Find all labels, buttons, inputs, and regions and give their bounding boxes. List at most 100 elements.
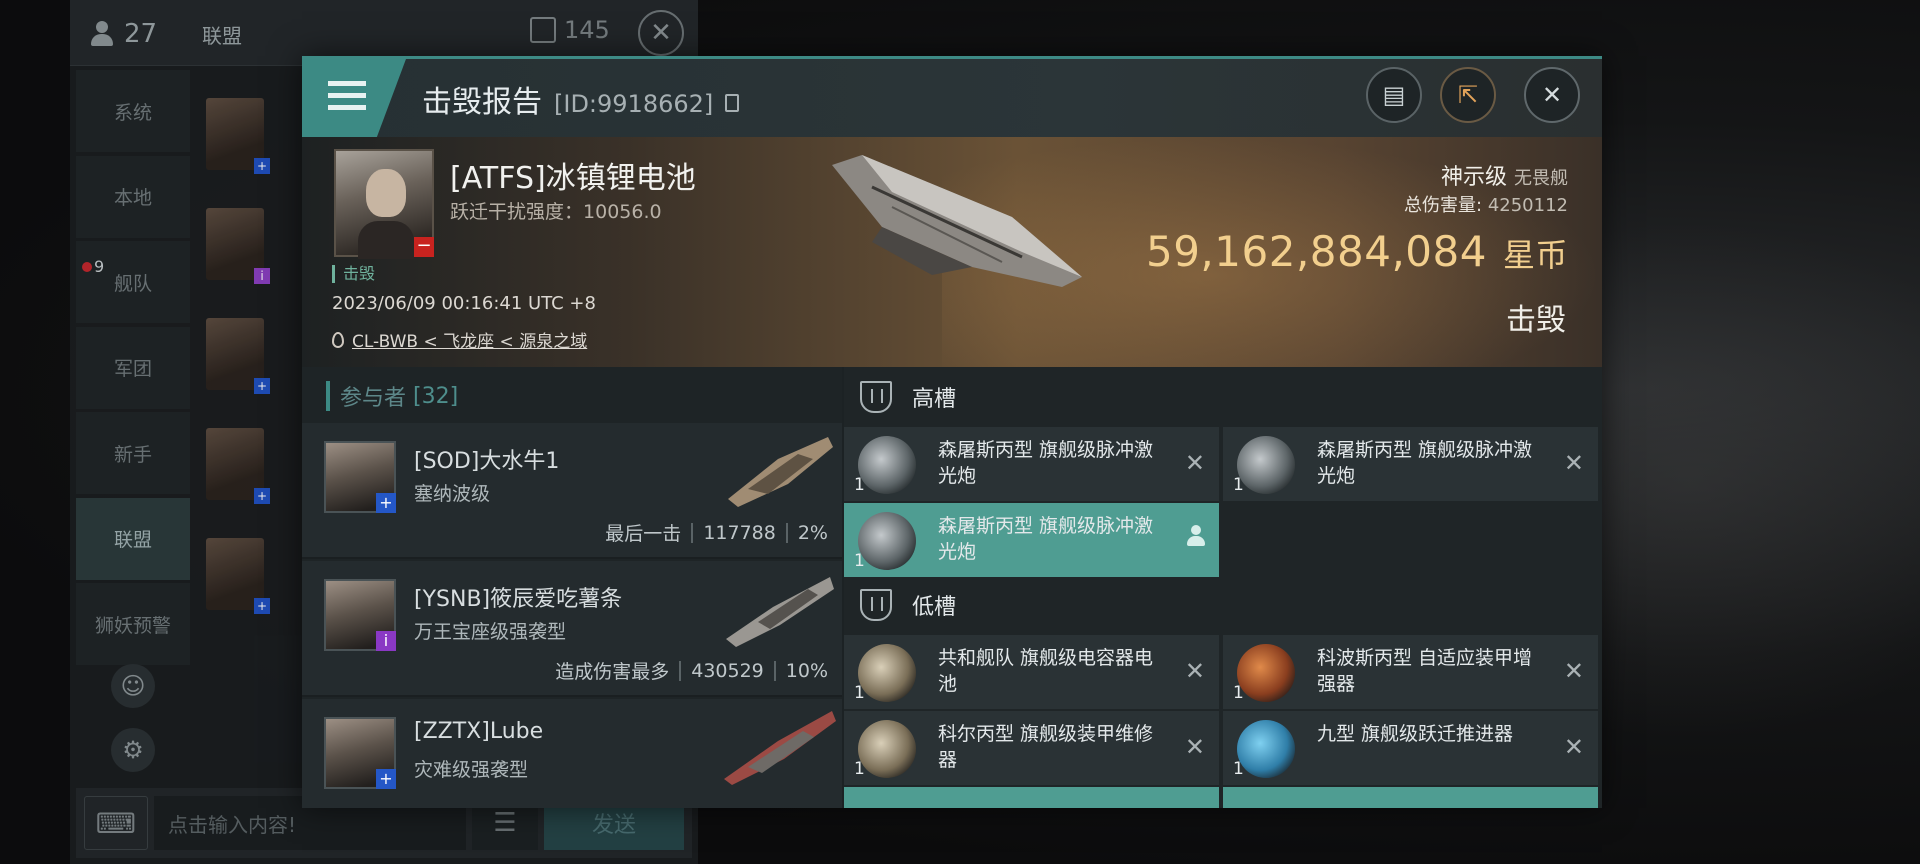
participant-stats: 最后一击 117788 2% xyxy=(605,521,828,546)
channel-tab-local[interactable]: 本地 xyxy=(76,155,190,238)
destroyed-x-icon: ✕ xyxy=(1184,657,1205,685)
destroyed-x-icon: ✕ xyxy=(1563,449,1584,477)
total-damage: 总伤害量: 4250112 xyxy=(1404,195,1568,216)
plus-badge-icon: + xyxy=(254,378,270,394)
loss-value: 59,162,884,084 星币 xyxy=(1145,227,1568,276)
laser-icon xyxy=(858,436,916,494)
message-box-icon xyxy=(530,17,556,43)
module-slot-partial[interactable] xyxy=(1223,787,1598,808)
channel-tab-fleet[interactable]: 9 舰队 xyxy=(76,241,190,323)
clipboard-icon: ▤ xyxy=(1382,81,1406,109)
user-icon xyxy=(1187,525,1205,549)
module-slot-partial[interactable] xyxy=(844,787,1219,808)
chat-avatar[interactable]: + xyxy=(206,318,270,394)
destroyed-x-icon: ✕ xyxy=(1563,657,1584,685)
armor-hardener-icon xyxy=(1237,644,1295,702)
participant-stats: 造成伤害最多 430529 10% xyxy=(555,659,828,684)
info-badge-icon: i xyxy=(376,631,396,651)
keyboard-icon[interactable]: ⌨ xyxy=(84,796,148,850)
chat-avatar[interactable]: i xyxy=(206,208,270,284)
channel-tab-corp[interactable]: 军团 xyxy=(76,326,190,409)
chat-avatar[interactable]: + xyxy=(206,538,270,614)
channel-tab-alliance[interactable]: 联盟 xyxy=(76,497,190,580)
dialog-header: 击毁报告 [ID:9918662] ▤ ⇱ ✕ xyxy=(302,59,1602,137)
menu-button[interactable] xyxy=(302,59,406,137)
participant-avatar[interactable]: + xyxy=(324,717,396,789)
hostile-minus-icon: − xyxy=(414,237,434,257)
warp-core-icon xyxy=(1237,720,1295,778)
capacitor-icon xyxy=(858,644,916,702)
chat-close-button[interactable]: ✕ xyxy=(638,10,684,56)
participant-ship-image xyxy=(726,577,834,647)
message-count[interactable]: 145 xyxy=(530,16,610,44)
chat-channel-nav: 系统 本地 9 舰队 军团 新手 联盟 狮妖预警 xyxy=(76,70,190,669)
clipboard-button[interactable]: ▤ xyxy=(1366,67,1422,123)
module-slot[interactable]: 1 共和舰队 旗舰级电容器电池 ✕ xyxy=(844,635,1219,709)
participant-ship: 塞纳波级 xyxy=(414,483,491,505)
destroyed-x-icon: ✕ xyxy=(1184,449,1205,477)
kill-timestamp: 2023/06/09 00:16:41 UTC +8 xyxy=(332,293,596,314)
victim-banner: − [ATFS]冰镇锂电池 跃迁干扰强度：10056.0 击毁 2023/06/… xyxy=(302,137,1602,367)
fitting-panel: 高槽 1 森屠斯丙型 旗舰级脉冲激光炮 ✕ 1 森屠斯丙型 旗舰级脉冲激光炮 ✕… xyxy=(844,367,1602,808)
module-slot[interactable]: 1 科波斯丙型 自适应装甲增强器 ✕ xyxy=(1223,635,1598,709)
destroyed-x-icon: ✕ xyxy=(1563,733,1584,761)
plus-badge-icon: + xyxy=(254,598,270,614)
participant-row[interactable]: + [ZZTX]Lube 灾难级强袭型 xyxy=(302,699,842,808)
module-name: 科波斯丙型 自适应装甲增强器 xyxy=(1317,647,1533,695)
kill-location[interactable]: CL-BWB < 飞龙座 < 源泉之域 xyxy=(332,327,587,352)
participant-avatar[interactable]: + xyxy=(324,441,396,513)
participant-name: [YSNB]筱辰爱吃薯条 xyxy=(414,587,623,612)
destroyed-x-icon: ✕ xyxy=(1184,733,1205,761)
participants-header: 参与者 [32] xyxy=(326,381,842,411)
settings-gear-icon[interactable]: ⚙ xyxy=(111,728,155,772)
online-count[interactable]: 27 xyxy=(80,10,200,58)
location-pin-icon xyxy=(332,331,344,348)
participant-row[interactable]: + [SOD]大水牛1 塞纳波级 最后一击 117788 2% xyxy=(302,423,842,559)
share-button[interactable]: ⇱ xyxy=(1440,67,1496,123)
module-name: 九型 旗舰级跃迁推进器 xyxy=(1317,723,1514,745)
module-slot[interactable]: 1 森屠斯丙型 旗舰级脉冲激光炮 ✕ xyxy=(844,427,1219,501)
victim-name: [ATFS]冰镇锂电池 xyxy=(450,161,696,196)
participant-name: [ZZTX]Lube xyxy=(414,719,544,744)
kill-tag: 击毁 xyxy=(332,265,375,283)
channel-tab-newbie[interactable]: 新手 xyxy=(76,412,190,494)
contacts-icon[interactable]: ☺ xyxy=(111,664,155,708)
participant-name: [SOD]大水牛1 xyxy=(414,449,560,474)
participant-avatar[interactable]: i xyxy=(324,579,396,651)
channel-tab-alert[interactable]: 狮妖预警 xyxy=(76,583,190,665)
module-slot[interactable]: 1 森屠斯丙型 旗舰级脉冲激光炮 ✕ xyxy=(1223,427,1598,501)
module-slot[interactable]: 1 九型 旗舰级跃迁推进器 ✕ xyxy=(1223,711,1598,785)
module-name: 森屠斯丙型 旗舰级脉冲激光炮 xyxy=(938,515,1154,563)
person-icon xyxy=(90,21,114,47)
victim-ship-image xyxy=(832,155,1082,287)
participants-panel: 参与者 [32] + [SOD]大水牛1 塞纳波级 最后一击 117788 2%… xyxy=(302,367,842,808)
channel-tab-system[interactable]: 系统 xyxy=(76,70,190,152)
share-icon: ⇱ xyxy=(1457,81,1479,109)
plus-badge-icon: + xyxy=(376,769,396,789)
unread-badge: 9 xyxy=(82,257,104,276)
participant-ship-image xyxy=(728,437,833,507)
kill-result: 击毁 xyxy=(1506,303,1566,338)
chat-side-icons: ☺ ⚙ xyxy=(76,656,190,792)
close-button[interactable]: ✕ xyxy=(1524,67,1580,123)
module-name: 共和舰队 旗舰级电容器电池 xyxy=(938,647,1154,695)
low-slot-header: 低槽 xyxy=(860,585,956,625)
hamburger-icon xyxy=(328,81,366,111)
participant-row[interactable]: i [YSNB]筱辰爱吃薯条 万王宝座级强袭型 造成伤害最多 430529 10… xyxy=(302,561,842,697)
high-slot-header: 高槽 xyxy=(860,377,956,417)
module-slot-selected[interactable]: 1 森屠斯丙型 旗舰级脉冲激光炮 xyxy=(844,503,1219,577)
shield-icon xyxy=(860,381,892,413)
chat-channel-title: 联盟 xyxy=(202,24,242,48)
laser-icon xyxy=(1237,436,1295,494)
copy-icon[interactable] xyxy=(725,94,740,112)
plus-badge-icon: + xyxy=(254,488,270,504)
module-slot[interactable]: 1 科尔丙型 旗舰级装甲维修器 ✕ xyxy=(844,711,1219,785)
module-name: 科尔丙型 旗舰级装甲维修器 xyxy=(938,723,1154,771)
module-name: 森屠斯丙型 旗舰级脉冲激光炮 xyxy=(938,439,1154,487)
chat-avatar[interactable]: + xyxy=(206,98,270,174)
chat-avatar[interactable]: + xyxy=(206,428,270,504)
chat-avatar-column: + i + + + xyxy=(206,98,270,648)
participant-ship: 灾难级强袭型 xyxy=(414,759,529,781)
dialog-title: 击毁报告 [ID:9918662] xyxy=(422,77,740,121)
plus-badge-icon: + xyxy=(254,158,270,174)
